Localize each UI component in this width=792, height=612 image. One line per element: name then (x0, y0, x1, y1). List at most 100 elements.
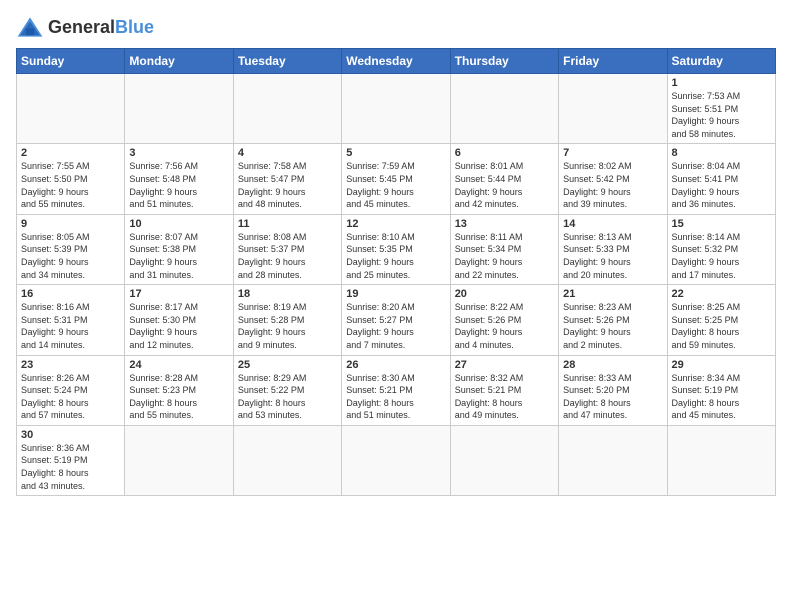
week-row-0: 1Sunrise: 7:53 AM Sunset: 5:51 PM Daylig… (17, 74, 776, 144)
day-cell: 6Sunrise: 8:01 AM Sunset: 5:44 PM Daylig… (450, 144, 558, 214)
day-cell: 10Sunrise: 8:07 AM Sunset: 5:38 PM Dayli… (125, 214, 233, 284)
weekday-header-saturday: Saturday (667, 49, 775, 74)
day-info: Sunrise: 8:22 AM Sunset: 5:26 PM Dayligh… (455, 301, 554, 351)
day-number: 23 (21, 359, 120, 371)
day-info: Sunrise: 8:13 AM Sunset: 5:33 PM Dayligh… (563, 231, 662, 281)
day-number: 13 (455, 218, 554, 230)
day-info: Sunrise: 8:30 AM Sunset: 5:21 PM Dayligh… (346, 372, 445, 422)
day-cell: 26Sunrise: 8:30 AM Sunset: 5:21 PM Dayli… (342, 355, 450, 425)
day-cell (125, 74, 233, 144)
day-cell: 16Sunrise: 8:16 AM Sunset: 5:31 PM Dayli… (17, 285, 125, 355)
logo-icon (16, 16, 44, 38)
day-number: 21 (563, 288, 662, 300)
day-info: Sunrise: 8:33 AM Sunset: 5:20 PM Dayligh… (563, 372, 662, 422)
day-cell (17, 74, 125, 144)
day-info: Sunrise: 8:26 AM Sunset: 5:24 PM Dayligh… (21, 372, 120, 422)
day-number: 14 (563, 218, 662, 230)
day-number: 25 (238, 359, 337, 371)
day-number: 15 (672, 218, 771, 230)
day-number: 18 (238, 288, 337, 300)
day-cell (667, 425, 775, 495)
day-info: Sunrise: 7:59 AM Sunset: 5:45 PM Dayligh… (346, 160, 445, 210)
day-cell (559, 425, 667, 495)
day-info: Sunrise: 8:34 AM Sunset: 5:19 PM Dayligh… (672, 372, 771, 422)
day-info: Sunrise: 8:11 AM Sunset: 5:34 PM Dayligh… (455, 231, 554, 281)
day-cell: 25Sunrise: 8:29 AM Sunset: 5:22 PM Dayli… (233, 355, 341, 425)
day-number: 7 (563, 147, 662, 159)
day-info: Sunrise: 7:53 AM Sunset: 5:51 PM Dayligh… (672, 90, 771, 140)
day-info: Sunrise: 7:56 AM Sunset: 5:48 PM Dayligh… (129, 160, 228, 210)
day-info: Sunrise: 8:36 AM Sunset: 5:19 PM Dayligh… (21, 442, 120, 492)
day-info: Sunrise: 8:23 AM Sunset: 5:26 PM Dayligh… (563, 301, 662, 351)
day-info: Sunrise: 8:05 AM Sunset: 5:39 PM Dayligh… (21, 231, 120, 281)
logo-text: GeneralBlue (48, 17, 154, 38)
day-number: 10 (129, 218, 228, 230)
day-number: 2 (21, 147, 120, 159)
day-number: 17 (129, 288, 228, 300)
day-number: 26 (346, 359, 445, 371)
weekday-header-monday: Monday (125, 49, 233, 74)
day-info: Sunrise: 8:08 AM Sunset: 5:37 PM Dayligh… (238, 231, 337, 281)
week-row-3: 16Sunrise: 8:16 AM Sunset: 5:31 PM Dayli… (17, 285, 776, 355)
day-cell: 15Sunrise: 8:14 AM Sunset: 5:32 PM Dayli… (667, 214, 775, 284)
day-number: 9 (21, 218, 120, 230)
day-number: 27 (455, 359, 554, 371)
day-cell: 21Sunrise: 8:23 AM Sunset: 5:26 PM Dayli… (559, 285, 667, 355)
day-number: 4 (238, 147, 337, 159)
day-number: 22 (672, 288, 771, 300)
day-cell (342, 74, 450, 144)
week-row-5: 30Sunrise: 8:36 AM Sunset: 5:19 PM Dayli… (17, 425, 776, 495)
weekday-header-friday: Friday (559, 49, 667, 74)
week-row-4: 23Sunrise: 8:26 AM Sunset: 5:24 PM Dayli… (17, 355, 776, 425)
day-number: 12 (346, 218, 445, 230)
day-number: 20 (455, 288, 554, 300)
day-number: 3 (129, 147, 228, 159)
day-info: Sunrise: 8:16 AM Sunset: 5:31 PM Dayligh… (21, 301, 120, 351)
weekday-header-thursday: Thursday (450, 49, 558, 74)
day-cell: 13Sunrise: 8:11 AM Sunset: 5:34 PM Dayli… (450, 214, 558, 284)
day-cell (450, 74, 558, 144)
day-info: Sunrise: 7:55 AM Sunset: 5:50 PM Dayligh… (21, 160, 120, 210)
day-cell (450, 425, 558, 495)
day-cell: 23Sunrise: 8:26 AM Sunset: 5:24 PM Dayli… (17, 355, 125, 425)
day-cell (233, 425, 341, 495)
day-cell: 3Sunrise: 7:56 AM Sunset: 5:48 PM Daylig… (125, 144, 233, 214)
day-cell (233, 74, 341, 144)
day-info: Sunrise: 8:20 AM Sunset: 5:27 PM Dayligh… (346, 301, 445, 351)
day-cell: 5Sunrise: 7:59 AM Sunset: 5:45 PM Daylig… (342, 144, 450, 214)
day-number: 8 (672, 147, 771, 159)
day-info: Sunrise: 8:01 AM Sunset: 5:44 PM Dayligh… (455, 160, 554, 210)
day-cell: 28Sunrise: 8:33 AM Sunset: 5:20 PM Dayli… (559, 355, 667, 425)
weekday-header-wednesday: Wednesday (342, 49, 450, 74)
day-info: Sunrise: 8:19 AM Sunset: 5:28 PM Dayligh… (238, 301, 337, 351)
page: GeneralBlue SundayMondayTuesdayWednesday… (0, 0, 792, 612)
day-number: 5 (346, 147, 445, 159)
day-cell: 1Sunrise: 7:53 AM Sunset: 5:51 PM Daylig… (667, 74, 775, 144)
weekday-header-tuesday: Tuesday (233, 49, 341, 74)
day-info: Sunrise: 8:10 AM Sunset: 5:35 PM Dayligh… (346, 231, 445, 281)
day-number: 1 (672, 77, 771, 89)
day-cell: 7Sunrise: 8:02 AM Sunset: 5:42 PM Daylig… (559, 144, 667, 214)
day-cell: 29Sunrise: 8:34 AM Sunset: 5:19 PM Dayli… (667, 355, 775, 425)
day-number: 19 (346, 288, 445, 300)
day-number: 30 (21, 429, 120, 441)
day-cell (125, 425, 233, 495)
day-info: Sunrise: 8:02 AM Sunset: 5:42 PM Dayligh… (563, 160, 662, 210)
day-cell (342, 425, 450, 495)
day-cell: 12Sunrise: 8:10 AM Sunset: 5:35 PM Dayli… (342, 214, 450, 284)
day-cell: 30Sunrise: 8:36 AM Sunset: 5:19 PM Dayli… (17, 425, 125, 495)
day-cell: 4Sunrise: 7:58 AM Sunset: 5:47 PM Daylig… (233, 144, 341, 214)
day-cell: 19Sunrise: 8:20 AM Sunset: 5:27 PM Dayli… (342, 285, 450, 355)
logo: GeneralBlue (16, 16, 154, 38)
day-info: Sunrise: 8:07 AM Sunset: 5:38 PM Dayligh… (129, 231, 228, 281)
calendar: SundayMondayTuesdayWednesdayThursdayFrid… (16, 48, 776, 496)
day-info: Sunrise: 8:32 AM Sunset: 5:21 PM Dayligh… (455, 372, 554, 422)
day-cell: 18Sunrise: 8:19 AM Sunset: 5:28 PM Dayli… (233, 285, 341, 355)
day-cell: 14Sunrise: 8:13 AM Sunset: 5:33 PM Dayli… (559, 214, 667, 284)
day-number: 24 (129, 359, 228, 371)
day-cell: 2Sunrise: 7:55 AM Sunset: 5:50 PM Daylig… (17, 144, 125, 214)
day-info: Sunrise: 8:04 AM Sunset: 5:41 PM Dayligh… (672, 160, 771, 210)
day-number: 28 (563, 359, 662, 371)
day-cell: 8Sunrise: 8:04 AM Sunset: 5:41 PM Daylig… (667, 144, 775, 214)
week-row-2: 9Sunrise: 8:05 AM Sunset: 5:39 PM Daylig… (17, 214, 776, 284)
